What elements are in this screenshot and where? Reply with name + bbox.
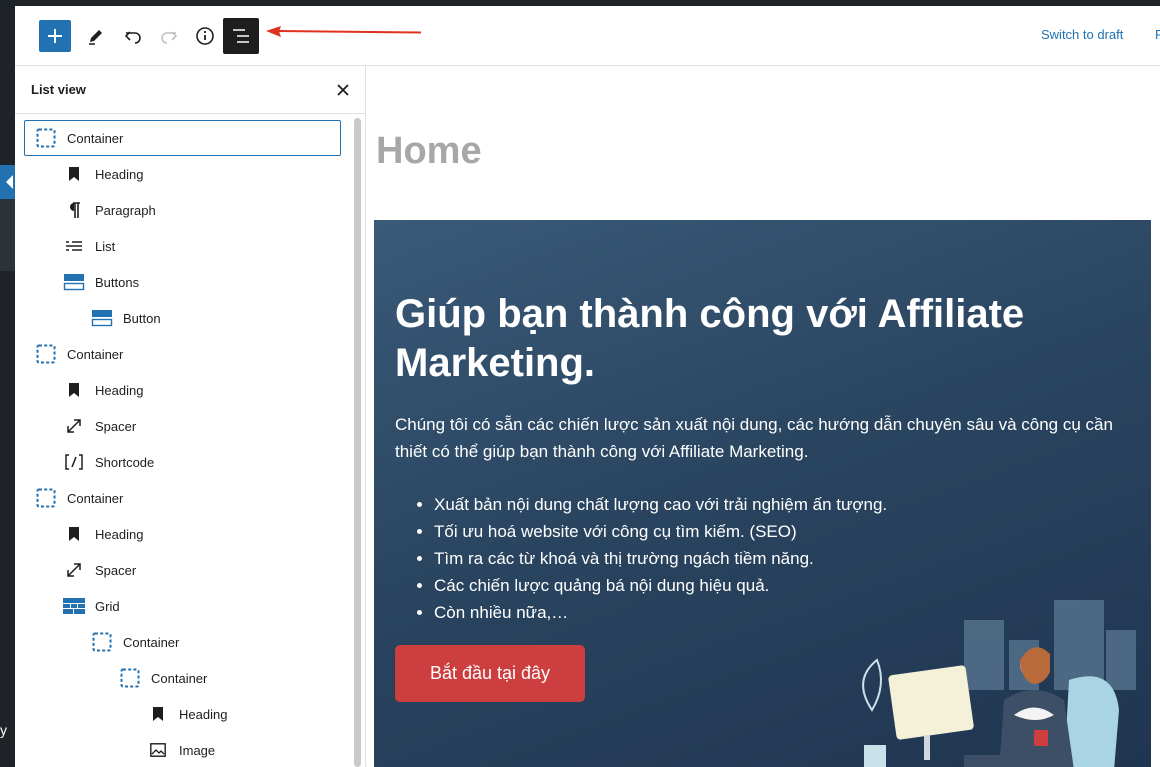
list-view-item-label: Spacer: [95, 418, 137, 434]
list-view-item-label: Paragraph: [95, 202, 156, 218]
list-view-item[interactable]: Heading: [24, 372, 341, 408]
grid-icon: [62, 594, 86, 618]
list-view-scrollbar[interactable]: [354, 118, 361, 767]
undo-icon: [124, 31, 141, 44]
list-item: Tối ưu hoá website với công cụ tìm kiếm.…: [434, 518, 1034, 545]
list-view-item[interactable]: Image: [24, 732, 341, 767]
redo-button[interactable]: [152, 19, 186, 53]
list-view-item-label: Container: [67, 130, 124, 146]
list-view-item[interactable]: Buttons: [24, 264, 341, 300]
list-icon: [62, 234, 86, 258]
annotation-arrow: [266, 26, 422, 37]
list-view-item[interactable]: Container: [24, 624, 341, 660]
list-view-item-label: Spacer: [95, 562, 137, 578]
list-view-item-label: Grid: [95, 598, 120, 614]
container-icon: [34, 486, 58, 510]
admin-sidebar-strip: y: [0, 0, 15, 767]
container-icon: [34, 126, 58, 150]
cta-button[interactable]: Bắt đầu tại đây: [395, 645, 585, 702]
list-item: Tìm ra các từ khoá và thị trường ngách t…: [434, 545, 1034, 572]
buttons-icon: [90, 306, 114, 330]
publish-button-cut[interactable]: P: [1155, 27, 1160, 42]
list-view-item[interactable]: Button: [24, 300, 341, 336]
hero-paragraph[interactable]: Chúng tôi có sẵn các chiến lược sản xuất…: [395, 411, 1135, 465]
hero-heading[interactable]: Giúp bạn thành công với Affiliate Market…: [395, 290, 1115, 388]
close-icon: [337, 84, 349, 96]
buttons-icon: [62, 270, 86, 294]
list-view-item-label: Container: [67, 346, 124, 362]
info-icon: [196, 27, 214, 45]
list-view-item[interactable]: Paragraph: [24, 192, 341, 228]
list-view-item[interactable]: Grid: [24, 588, 341, 624]
bookmark-icon: [146, 702, 170, 726]
admin-submenu: [0, 199, 15, 271]
list-view-item-label: Heading: [95, 166, 144, 182]
active-menu-indicator[interactable]: [0, 165, 15, 199]
list-view-item-label: Image: [179, 742, 216, 758]
plus-icon: [48, 29, 62, 43]
list-view-header: List view: [15, 66, 366, 114]
hero-container-block[interactable]: Giúp bạn thành công với Affiliate Market…: [374, 220, 1151, 767]
list-view-item-label: List: [95, 238, 116, 254]
list-view-item-label: Heading: [95, 526, 144, 542]
tools-button[interactable]: [79, 19, 113, 53]
list-view-icon: [233, 29, 249, 43]
pencil-icon: [89, 30, 102, 45]
list-view-item[interactable]: Spacer: [24, 552, 341, 588]
list-view-item[interactable]: List: [24, 228, 341, 264]
list-view-item[interactable]: Container: [24, 336, 341, 372]
undo-button[interactable]: [116, 19, 150, 53]
container-icon: [90, 630, 114, 654]
list-view-title: List view: [31, 82, 86, 97]
editor-root: y Switch to draft P List view Container …: [0, 0, 1160, 767]
container-icon: [34, 342, 58, 366]
list-view-panel: List view Container Heading Paragraph List B…: [15, 66, 366, 767]
list-view-item[interactable]: Spacer: [24, 408, 341, 444]
add-block-button[interactable]: [39, 20, 71, 52]
list-view-item-label: Container: [67, 490, 124, 506]
shortcode-icon: [62, 450, 86, 474]
hero-illustration: [862, 600, 1136, 767]
list-view-item-label: Button: [123, 310, 161, 326]
list-view-item-label: Buttons: [95, 274, 140, 290]
close-list-view-button[interactable]: [333, 80, 353, 100]
list-view-item-label: Heading: [95, 382, 144, 398]
redo-icon: [161, 31, 178, 44]
pilcrow-icon: [62, 198, 86, 222]
list-view-item[interactable]: Heading: [24, 696, 341, 732]
bookmark-icon: [62, 162, 86, 186]
list-view-item[interactable]: Container: [24, 120, 341, 156]
list-view-item[interactable]: Heading: [24, 156, 341, 192]
image-icon: [146, 738, 170, 762]
editor-canvas: Home Giúp bạn thành công với Affiliate M…: [367, 66, 1160, 767]
block-tree: Container Heading Paragraph List Buttons Butt…: [15, 114, 366, 767]
switch-to-draft-link[interactable]: Switch to draft: [1041, 27, 1123, 42]
list-view-item[interactable]: Container: [24, 480, 341, 516]
list-view-item-label: Container: [151, 670, 208, 686]
list-view-item-label: Container: [123, 634, 180, 650]
list-view-item[interactable]: Container: [24, 660, 341, 696]
admin-menu-glyph: y: [0, 722, 7, 738]
list-view-item-label: Heading: [179, 706, 228, 722]
resize-icon: [62, 558, 86, 582]
list-view-item-label: Shortcode: [95, 454, 155, 470]
resize-icon: [62, 414, 86, 438]
editor-toolbar: Switch to draft P: [15, 6, 1160, 66]
bookmark-icon: [62, 522, 86, 546]
bookmark-icon: [62, 378, 86, 402]
list-view-toggle-button[interactable]: [223, 18, 259, 54]
page-title[interactable]: Home: [376, 130, 482, 173]
list-view-item[interactable]: Shortcode: [24, 444, 341, 480]
container-icon: [118, 666, 142, 690]
details-button[interactable]: [188, 19, 222, 53]
list-item: Xuất bản nội dung chất lượng cao với trả…: [434, 491, 1034, 518]
list-view-item[interactable]: Heading: [24, 516, 341, 552]
